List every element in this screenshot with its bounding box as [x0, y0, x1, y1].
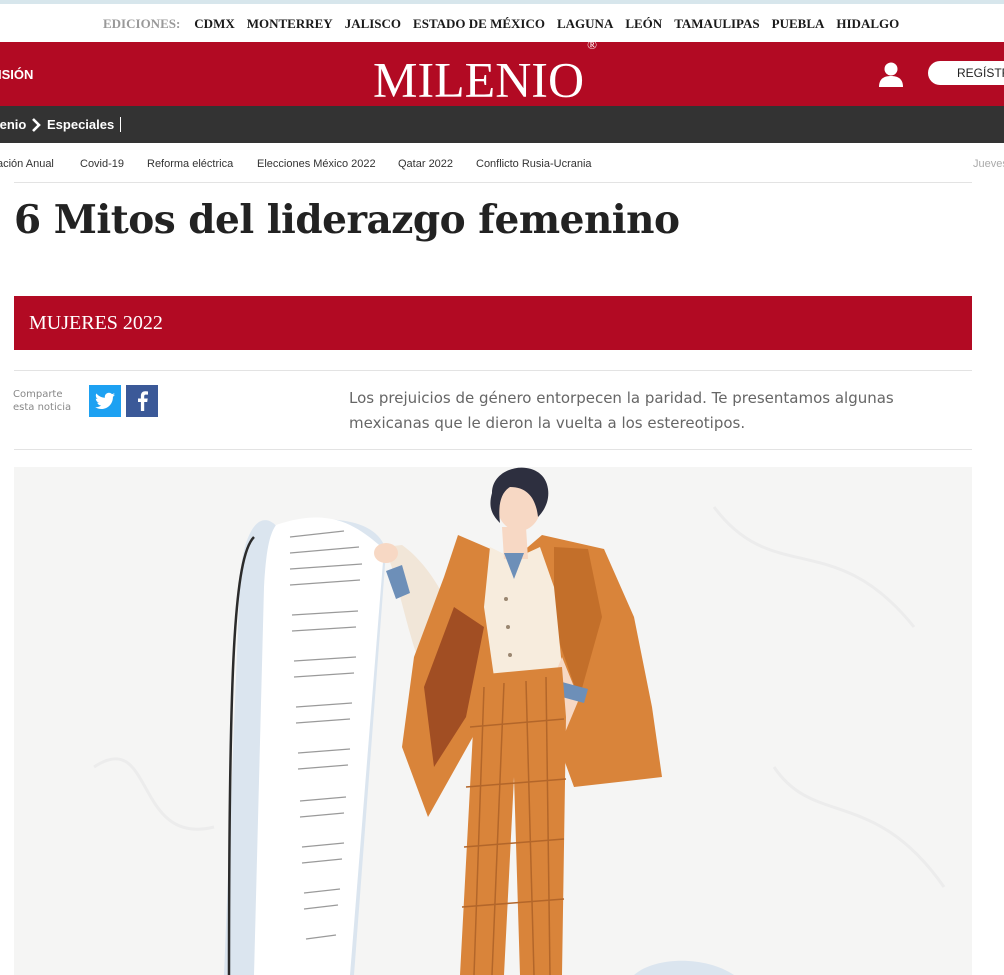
share-label-line: Comparte	[13, 389, 63, 400]
section-banner[interactable]: MUJERES 2022	[14, 296, 972, 350]
edition-link[interactable]: JALISCO	[345, 16, 401, 31]
brand-header: ISIÓN MILENIO® REGÍSTR	[0, 37, 1004, 108]
editions-list: EDICIONES: CDMX MONTERREY JALISCO ESTADO DE …	[103, 16, 911, 32]
share-label: Comparte esta noticia	[13, 388, 71, 414]
hero-illustration	[14, 467, 972, 975]
register-button[interactable]: REGÍSTR	[928, 61, 1004, 85]
edition-link[interactable]: LEÓN	[625, 16, 662, 31]
tv-link[interactable]: ISIÓN	[0, 67, 33, 82]
article-title: 6 Mitos del liderazgo femenino	[14, 197, 680, 243]
twitter-share-button[interactable]	[89, 385, 121, 417]
edition-link[interactable]: ESTADO DE MÉXICO	[413, 16, 545, 31]
divider	[14, 449, 972, 450]
breadcrumb: lenio Especiales	[0, 106, 1004, 143]
editions-label: EDICIONES:	[103, 16, 181, 31]
edition-link[interactable]: HIDALGO	[836, 16, 899, 31]
trending-topics-bar: ación Anual Covid-19 Reforma eléctrica E…	[0, 143, 1004, 183]
chevron-right-icon	[32, 118, 41, 132]
edition-link[interactable]: MONTERREY	[247, 16, 333, 31]
breadcrumb-current[interactable]: Especiales	[47, 117, 114, 132]
topic-link[interactable]: Covid-19	[80, 158, 124, 170]
topic-link[interactable]: Conflicto Rusia-Ucrania	[476, 158, 592, 170]
article-summary: Los prejuicios de género entorpecen la p…	[349, 389, 894, 432]
topic-link[interactable]: Qatar 2022	[398, 158, 453, 170]
date-label: Jueves	[973, 158, 1004, 170]
facebook-share-button[interactable]	[126, 385, 158, 417]
facebook-icon	[137, 391, 148, 411]
edition-link[interactable]: TAMAULIPAS	[674, 16, 759, 31]
divider	[14, 370, 972, 371]
registered-mark: ®	[587, 37, 597, 52]
breadcrumb-home[interactable]: lenio	[0, 117, 26, 132]
divider	[14, 182, 972, 183]
share-label-line: esta noticia	[13, 402, 72, 413]
milenio-logo[interactable]: MILENIO®	[373, 37, 597, 108]
logo-text: MILENIO	[373, 51, 585, 108]
topic-link[interactable]: Elecciones México 2022	[257, 158, 376, 170]
topic-link[interactable]: Reforma eléctrica	[147, 158, 233, 170]
breadcrumb-divider	[120, 117, 121, 132]
topic-link[interactable]: ación Anual	[0, 158, 54, 170]
edition-link[interactable]: PUEBLA	[772, 16, 825, 31]
woman-with-list-illustration	[14, 467, 972, 975]
edition-link[interactable]: LAGUNA	[557, 16, 613, 31]
edition-link[interactable]: CDMX	[194, 16, 234, 31]
editions-bar: EDICIONES: CDMX MONTERREY JALISCO ESTADO DE …	[0, 4, 1004, 43]
user-icon[interactable]	[876, 59, 906, 89]
twitter-icon	[95, 392, 115, 409]
